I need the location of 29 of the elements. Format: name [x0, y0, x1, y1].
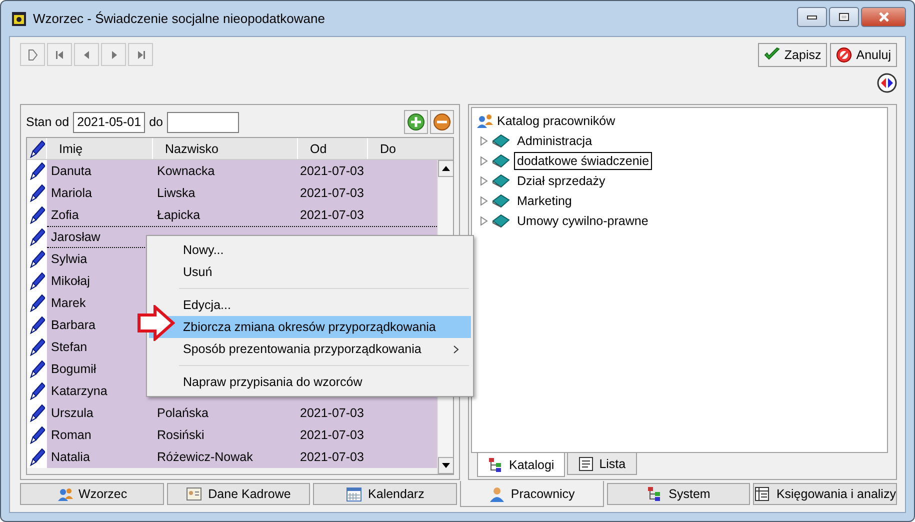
table-cell-text: Bogumił — [50, 361, 98, 378]
table-cell-text: Danuta — [50, 163, 92, 180]
table-cell-text: Liwska — [156, 185, 196, 202]
table-cell-text: Stefan — [50, 339, 88, 356]
table-cell-text: Urszula — [50, 405, 94, 422]
from-label: Stan od — [26, 115, 70, 129]
table-cell-text: Mikołaj — [50, 273, 91, 290]
table-cell-text: Natalia — [50, 449, 91, 466]
table-cell-text: Barbara — [50, 317, 96, 334]
table-cell-text: Katarzyna — [50, 383, 108, 400]
table-cell-text: Mariola — [50, 185, 93, 202]
table-cell-text: Marek — [50, 295, 87, 312]
table-cell-text: Roman — [50, 427, 92, 444]
table-cell-text: Różewicz-Nowak — [156, 449, 254, 466]
table-cell-text: 2021-07-03 — [299, 207, 365, 224]
table-cell-text: Rosiński — [156, 427, 206, 444]
table-cell-text: 2021-07-03 — [299, 449, 365, 466]
to-label: do — [149, 115, 163, 129]
table-cell-text: Łapicka — [156, 207, 202, 224]
table-cell-text: 2021-07-03 — [299, 405, 365, 422]
table-cell-text: 2021-07-03 — [299, 185, 365, 202]
table-cell-text: 2021-07-03 — [299, 427, 365, 444]
table-cell-text: Sylwia — [50, 251, 88, 268]
table-cell-text: 2021-07-03 — [299, 163, 365, 180]
table-cell-text: Kownacka — [156, 163, 216, 180]
window-title: Wzorzec - Świadczenie socjalne nieopodatkowane — [33, 11, 326, 26]
table-cell-text: Polańska — [156, 405, 210, 422]
table-cell-text: Jarosław — [50, 229, 102, 246]
table-cell-text: Zofia — [50, 207, 80, 224]
